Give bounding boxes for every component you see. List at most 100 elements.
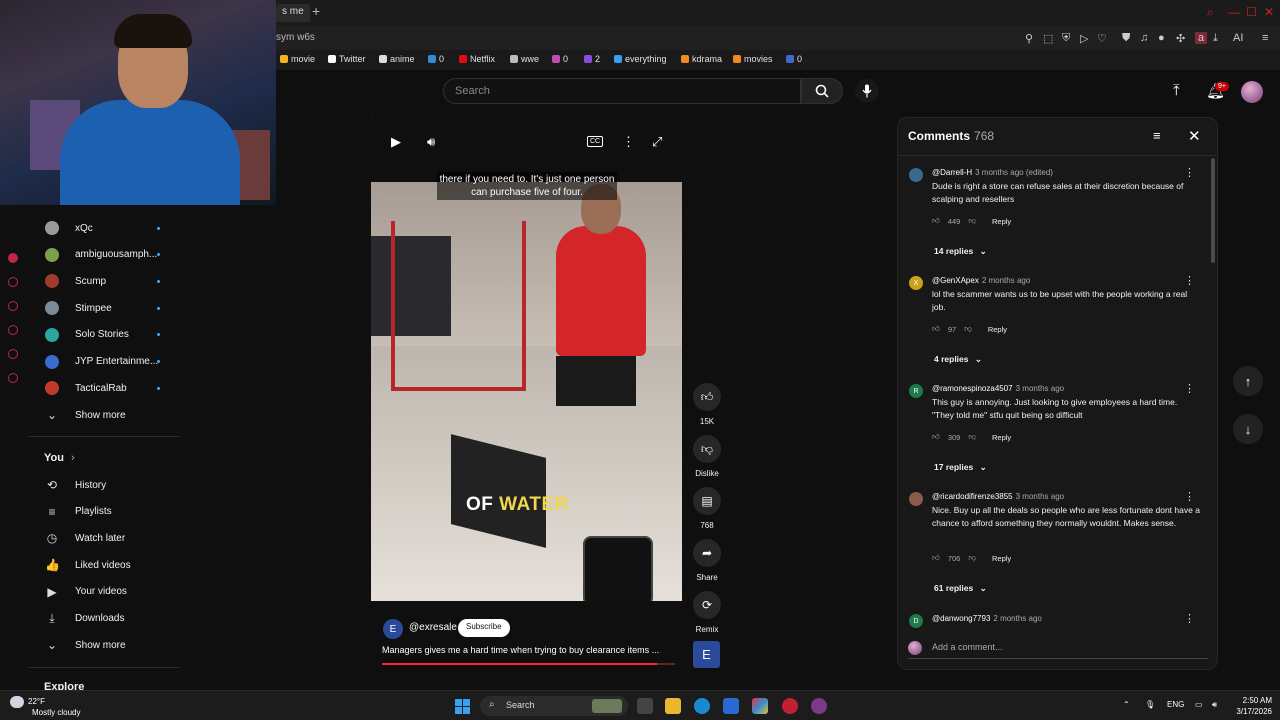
sidebar-item-history[interactable]: ⟲ History [28, 472, 178, 498]
avatar[interactable] [909, 492, 923, 506]
view-replies-button[interactable]: 61 replies ⌄ [934, 583, 987, 594]
comment-author[interactable]: @ricardodifirenze3855 [932, 492, 1013, 501]
windows-start-icon[interactable] [455, 699, 470, 714]
like-button[interactable]: 👍︎ 15K [692, 383, 722, 426]
remix-button[interactable]: ⟳ Remix [692, 591, 722, 634]
rail-icon[interactable] [8, 325, 18, 335]
sidebar-subscription-item[interactable]: xQc [28, 215, 178, 241]
microphone-icon[interactable]: 🎙︎ [1145, 700, 1155, 709]
rail-icon[interactable] [8, 253, 18, 263]
ai-icon[interactable]: AI [1233, 32, 1243, 44]
comments-scrollbar[interactable] [1211, 158, 1215, 263]
video-progress-bar[interactable] [382, 663, 675, 665]
sidebar-item-playlists[interactable]: ≡ Playlists [28, 499, 178, 525]
comments-button[interactable]: ▤ 768 [692, 487, 722, 530]
download-ext-icon[interactable]: ⤓ [1213, 32, 1218, 45]
url-text[interactable]: sym w6s [276, 32, 315, 43]
sidebar-subscription-item[interactable]: TacticalRab [28, 375, 178, 401]
minimize-button[interactable]: — [1228, 5, 1240, 19]
bookmark-item[interactable]: wwe [510, 54, 539, 64]
video-title[interactable]: Managers gives me a hard time when tryin… [382, 645, 672, 655]
audio-ext-icon[interactable]: ♫ [1140, 32, 1148, 44]
bookmark-item[interactable]: anime [379, 54, 415, 64]
rail-icon[interactable] [8, 277, 18, 287]
reply-button[interactable]: Reply [992, 554, 1011, 563]
bookmark-item[interactable]: 2 [584, 54, 600, 64]
language-indicator[interactable]: ENG [1167, 700, 1184, 709]
sidebar-subscription-item[interactable]: Stimpee [28, 295, 178, 321]
rail-icon[interactable] [8, 301, 18, 311]
show-more-you[interactable]: ⌄ Show more [28, 632, 178, 658]
reply-button[interactable]: Reply [988, 325, 1007, 334]
extension-icon[interactable]: ⛊ [1122, 32, 1130, 45]
comment-menu-icon[interactable]: ⋮ [1184, 612, 1195, 625]
bookmark-item[interactable]: movies [733, 54, 773, 64]
bookmark-item[interactable]: Netflix [459, 54, 495, 64]
app-icon[interactable] [752, 698, 768, 714]
sound-thumbnail[interactable]: E [693, 641, 720, 668]
search-input[interactable]: Search [443, 78, 801, 104]
screenshot-icon[interactable]: ⬚ [1043, 32, 1053, 45]
account-avatar[interactable] [1241, 81, 1263, 103]
browser-tab[interactable]: s me [276, 4, 310, 22]
search-button[interactable] [801, 78, 843, 104]
new-tab-button[interactable]: + [312, 3, 320, 19]
heart-icon[interactable]: ♡ [1097, 32, 1107, 45]
voice-search-button[interactable] [855, 79, 879, 103]
upload-icon[interactable]: ⤒ [1173, 82, 1180, 99]
view-replies-button[interactable]: 14 replies ⌄ [934, 246, 987, 257]
taskbar-search[interactable]: ⌕ Search [480, 696, 628, 716]
clock[interactable]: 2:50 AM 3/17/2026 [1232, 695, 1272, 717]
view-replies-button[interactable]: 17 replies ⌄ [934, 462, 987, 473]
close-icon[interactable]: ✕ [1188, 127, 1201, 145]
task-view-icon[interactable] [637, 698, 653, 714]
bookmark-item[interactable]: 0 [428, 54, 444, 64]
ext-circle-icon[interactable]: ● [1158, 32, 1165, 44]
comment-dislike-icon[interactable]: 👎︎ [968, 216, 976, 226]
rail-icon[interactable] [8, 349, 18, 359]
bookmark-item[interactable]: Twitter [328, 54, 366, 64]
comment-dislike-icon[interactable]: 👎︎ [968, 553, 976, 563]
sort-icon[interactable]: ≡ [1153, 128, 1161, 143]
rail-icon[interactable] [8, 373, 18, 383]
reply-button[interactable]: Reply [992, 217, 1011, 226]
comment-author[interactable]: @danwong7793 [932, 614, 990, 623]
next-short-button[interactable]: ↓ [1233, 414, 1263, 444]
pin-icon[interactable]: ⚲ [1025, 32, 1033, 45]
search-tab-icon[interactable]: ⌕ [1207, 5, 1214, 20]
sidebar-item-your-videos[interactable]: ▶ Your videos [28, 579, 178, 605]
sidebar-subscription-item[interactable]: ambiguousamph... [28, 242, 178, 268]
show-more-subscriptions[interactable]: ⌄ Show more [28, 402, 178, 428]
chevron-up-icon[interactable]: ⌃ [1123, 700, 1130, 709]
comment-menu-icon[interactable]: ⋮ [1184, 382, 1195, 395]
shield-icon[interactable]: ⛨ [1062, 32, 1070, 45]
avatar[interactable] [909, 168, 923, 182]
sidebar-subscription-item[interactable]: Scump [28, 268, 178, 294]
comment-author[interactable]: @GenXApex [932, 276, 979, 285]
close-window-button[interactable]: ✕ [1264, 5, 1274, 19]
comment-author[interactable]: @Darrell-H [932, 168, 972, 177]
channel-name[interactable]: @exresale [409, 622, 457, 633]
comment-like-icon[interactable]: 👍︎ [932, 553, 940, 563]
avatar[interactable]: R [909, 384, 923, 398]
bookmark-item[interactable]: 0 [786, 54, 802, 64]
subscribe-button[interactable]: Subscribe [458, 619, 510, 637]
view-replies-button[interactable]: 4 replies ⌄ [934, 354, 982, 365]
comment-like-icon[interactable]: 👍︎ [932, 324, 940, 334]
play-icon[interactable]: ▶ [391, 134, 401, 150]
puzzle-icon[interactable]: ✣ [1176, 32, 1185, 45]
sidebar-subscription-item[interactable]: JYP Entertainme... [28, 349, 178, 375]
display-icon[interactable]: ▭ [1195, 700, 1203, 709]
sidebar-item-liked-videos[interactable]: 👍 Liked videos [28, 552, 178, 578]
fullscreen-icon[interactable]: ⤢ [652, 134, 662, 150]
file-explorer-icon[interactable] [665, 698, 681, 714]
add-comment-field[interactable]: Add a comment... [908, 639, 1208, 659]
previous-short-button[interactable]: ↑ [1233, 366, 1263, 396]
app-icon[interactable] [811, 698, 827, 714]
store-icon[interactable] [723, 698, 739, 714]
comment-dislike-icon[interactable]: 👎︎ [964, 324, 972, 334]
avatar[interactable]: D [909, 614, 923, 628]
more-options-icon[interactable]: ⋮ [622, 134, 635, 150]
comment-menu-icon[interactable]: ⋮ [1184, 490, 1195, 503]
share-button[interactable]: ➦ Share [692, 539, 722, 582]
